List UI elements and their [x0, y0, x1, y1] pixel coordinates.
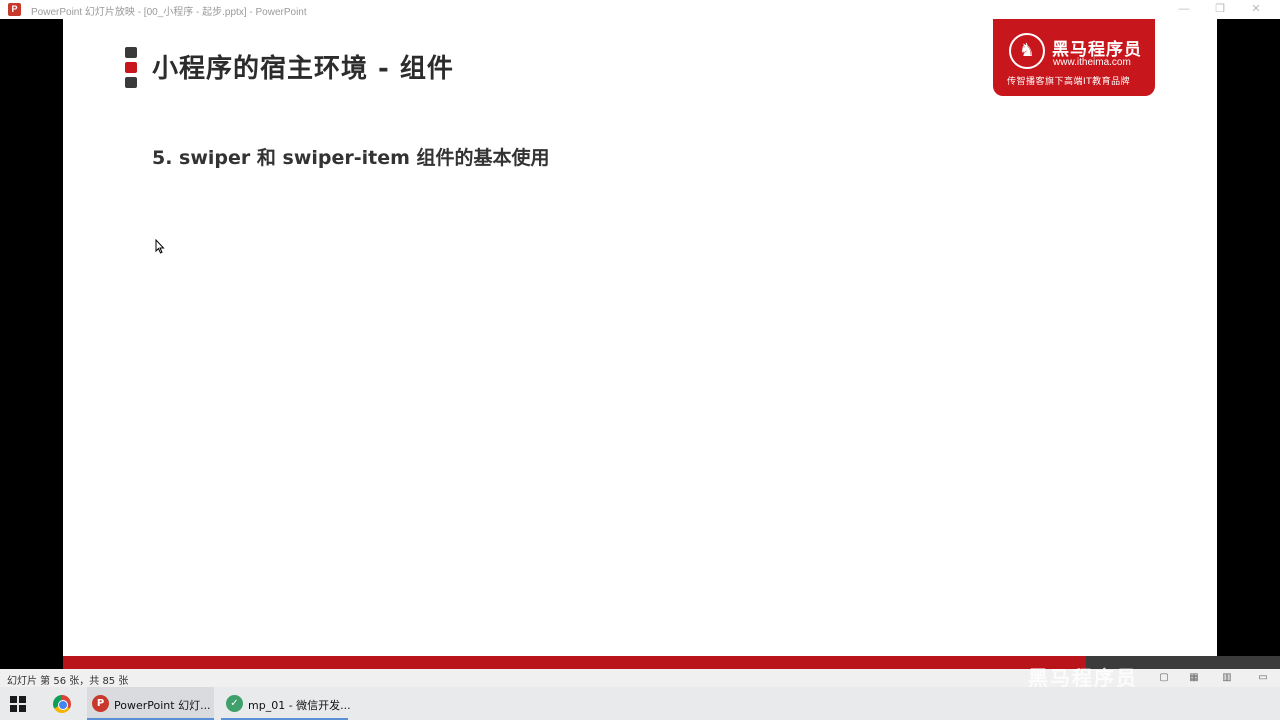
taskbar: P PowerPoint 幻灯... ✓ mp_01 - 微信开发... — [0, 687, 1280, 720]
taskbar-item-label: PowerPoint 幻灯... — [114, 699, 211, 712]
mouse-cursor-icon — [155, 239, 165, 254]
restore-button[interactable]: ❐ — [1204, 0, 1236, 19]
normal-view-icon[interactable]: ▢ — [1157, 671, 1171, 685]
brand-logo: ♞ 黑马程序员 www.itheima.com 传智播客旗下高端IT教育品牌 — [993, 19, 1155, 96]
wechat-devtools-icon: ✓ — [226, 695, 243, 712]
slide-sorter-icon[interactable]: ▦ — [1187, 671, 1201, 685]
slide-counter: 幻灯片 第 56 张，共 85 张 — [7, 676, 129, 687]
window-title-bar: P PowerPoint 幻灯片放映 - [00_小程序 - 起步.pptx] … — [0, 0, 1280, 19]
reading-view-icon[interactable]: ▥ — [1220, 671, 1234, 685]
powerpoint-icon: P — [92, 695, 109, 712]
taskbar-item-powerpoint[interactable]: P PowerPoint 幻灯... — [87, 687, 214, 720]
taskbar-item-wechat-devtools[interactable]: ✓ mp_01 - 微信开发... — [221, 687, 351, 720]
slide-canvas[interactable]: 小程序的宿主环境 - 组件 5. swiper 和 swiper-item 组件… — [63, 19, 1217, 670]
window-title: PowerPoint 幻灯片放映 - [00_小程序 - 起步.pptx] - … — [31, 7, 307, 18]
horse-emblem-icon: ♞ — [1009, 33, 1045, 69]
close-button[interactable]: ✕ — [1240, 0, 1272, 19]
windows-start-icon[interactable] — [10, 696, 26, 712]
logo-url: www.itheima.com — [1053, 57, 1131, 68]
powerpoint-icon: P — [8, 3, 21, 16]
slide-title: 小程序的宿主环境 - 组件 — [152, 54, 454, 84]
chrome-icon[interactable] — [53, 695, 71, 713]
taskbar-item-label: mp_01 - 微信开发... — [248, 699, 351, 712]
minimize-button[interactable]: — — [1168, 0, 1200, 19]
logo-slogan: 传智播客旗下高端IT教育品牌 — [1007, 77, 1131, 87]
slideshow-icon[interactable]: ▭ — [1256, 671, 1270, 685]
title-bullet-icon — [125, 47, 137, 92]
slide-footer-band — [63, 656, 1086, 669]
slide-subtitle: 5. swiper 和 swiper-item 组件的基本使用 — [152, 147, 550, 169]
